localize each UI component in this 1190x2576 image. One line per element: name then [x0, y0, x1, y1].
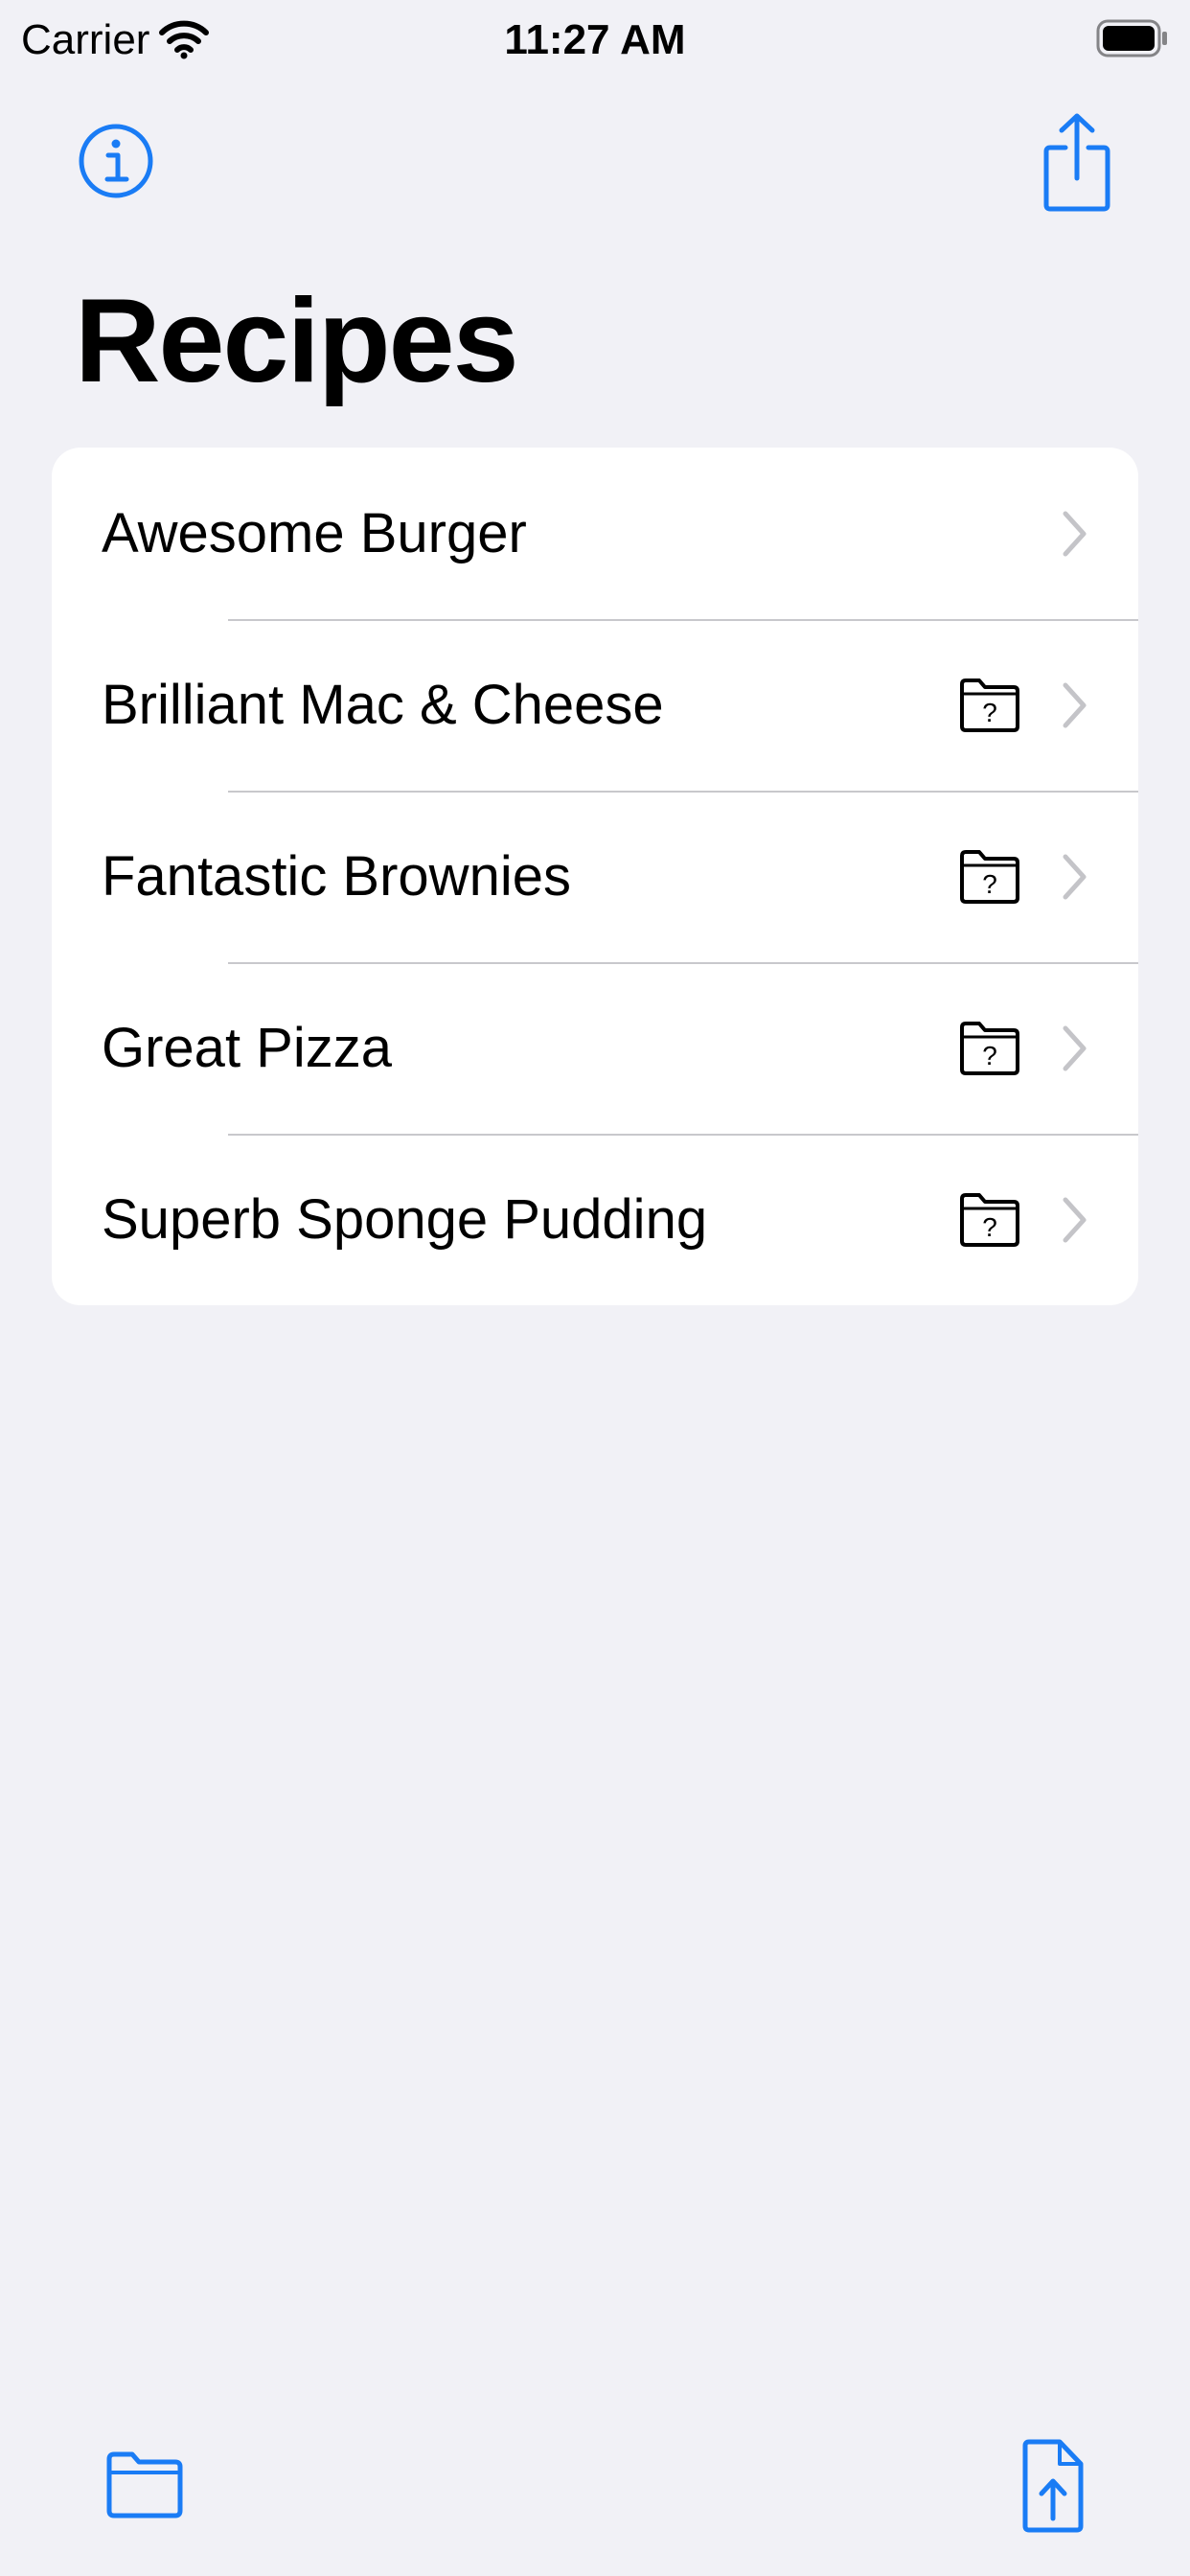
chevron-right-icon — [1063, 1197, 1087, 1242]
recipe-row-superb-sponge-pudding[interactable]: Superb Sponge Pudding ? — [52, 1134, 1138, 1305]
recipe-row-great-pizza[interactable]: Great Pizza ? — [52, 962, 1138, 1134]
document-upload-button[interactable] — [1021, 2438, 1085, 2534]
chevron-right-icon — [1063, 682, 1087, 727]
svg-text:?: ? — [982, 698, 997, 727]
folder-icon — [106, 2451, 183, 2518]
recipe-label: Superb Sponge Pudding — [102, 1187, 708, 1251]
folder-question-icon: ? — [960, 849, 1019, 904]
battery-icon — [1096, 19, 1167, 58]
folder-question-icon: ? — [960, 1021, 1019, 1075]
folder-button[interactable] — [105, 2450, 184, 2520]
page-title: Recipes — [75, 275, 519, 407]
document-upload-icon — [1022, 2439, 1084, 2533]
chevron-right-icon — [1063, 511, 1087, 556]
recipe-label: Brilliant Mac & Cheese — [102, 673, 664, 736]
recipe-row-awesome-burger[interactable]: Awesome Burger — [52, 448, 1138, 619]
chevron-right-icon — [1063, 1025, 1087, 1070]
recipe-label: Awesome Burger — [102, 501, 527, 564]
share-icon — [1043, 113, 1110, 212]
status-bar: Carrier 11:27 AM — [0, 0, 1190, 80]
recipe-list: Awesome Burger Brilliant Mac & Cheese ? … — [52, 448, 1138, 1305]
share-button[interactable] — [1042, 111, 1111, 213]
recipe-label: Fantastic Brownies — [102, 844, 571, 908]
folder-question-icon: ? — [960, 1192, 1019, 1247]
chevron-right-icon — [1063, 854, 1087, 899]
info-circle-icon — [79, 124, 153, 198]
svg-text:?: ? — [982, 869, 997, 899]
svg-text:?: ? — [982, 1212, 997, 1242]
info-button[interactable] — [77, 119, 155, 203]
svg-text:?: ? — [982, 1041, 997, 1070]
folder-question-icon: ? — [960, 678, 1019, 732]
recipe-row-brilliant-mac-cheese[interactable]: Brilliant Mac & Cheese ? — [52, 619, 1138, 791]
recipe-label: Great Pizza — [102, 1016, 392, 1079]
recipe-row-fantastic-brownies[interactable]: Fantastic Brownies ? — [52, 791, 1138, 962]
status-time: 11:27 AM — [504, 16, 686, 63]
